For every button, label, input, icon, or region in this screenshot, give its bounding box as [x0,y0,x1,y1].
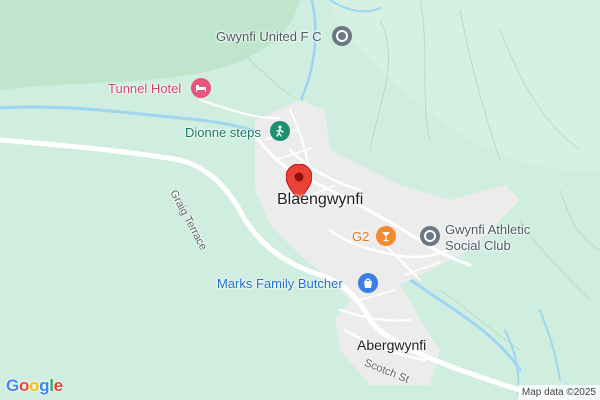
logo-letter: e [53,376,63,395]
poi-label-butcher[interactable]: Marks Family Butcher [217,276,343,291]
generic-poi-icon[interactable] [420,226,440,246]
poi-label-social-club-line1[interactable]: Gwynfi Athletic [445,222,530,237]
logo-letter: G [6,376,19,395]
poi-label-social-club-line2[interactable]: Social Club [445,238,511,253]
place-label-abergwynfi[interactable]: Abergwynfi [357,337,426,353]
google-logo[interactable]: Google [6,376,63,396]
bed-icon[interactable] [191,78,211,98]
shopping-bag-icon[interactable] [358,273,378,293]
map-attribution[interactable]: Map data ©2025 [517,385,600,400]
generic-poi-icon[interactable] [332,26,352,46]
poi-label-hotel[interactable]: Tunnel Hotel [108,81,181,96]
logo-letter: o [18,376,30,395]
poi-label-football-club[interactable]: Gwynfi United F C [216,29,321,44]
cocktail-icon[interactable] [376,226,396,246]
logo-letter: g [39,376,50,395]
poi-label-steps[interactable]: Dionne steps [185,125,261,140]
place-label-blaengwynfi[interactable]: Blaengwynfi [277,191,363,209]
map-view[interactable]: Gwynfi United F C Tunnel Hotel Dionne st… [0,0,600,400]
poi-label-bar[interactable]: G2 [352,229,369,244]
logo-letter: o [29,376,40,395]
hiker-icon[interactable] [270,121,290,141]
